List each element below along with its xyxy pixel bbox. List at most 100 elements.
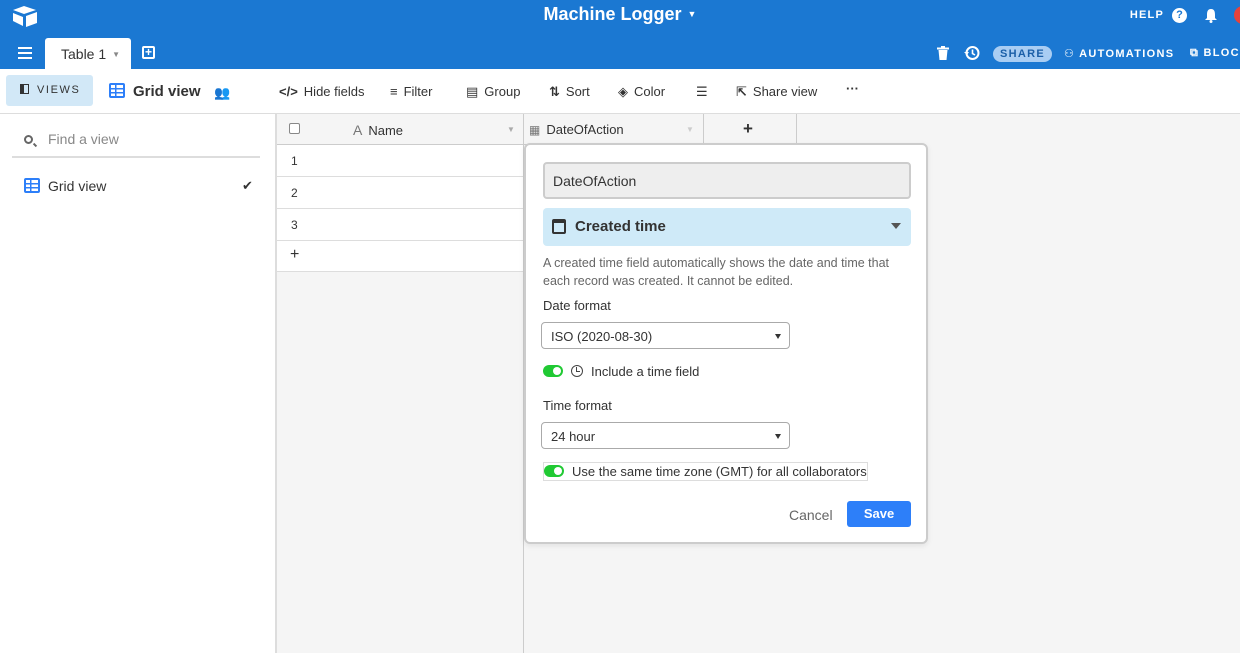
same-timezone-label: Use the same time zone (GMT) for all col… [572, 464, 867, 479]
automations-button[interactable]: ⚇ AUTOMATIONS [1064, 47, 1174, 60]
column-header-name[interactable]: A Name [353, 122, 403, 138]
sort-label: Sort [565, 84, 590, 99]
column-divider [703, 114, 704, 145]
field-type-select[interactable]: Created time [543, 208, 911, 246]
table-row[interactable]: 1 [277, 145, 524, 177]
more-options-icon[interactable]: ··· [846, 81, 859, 96]
view-toolbar: VIEWS Grid view 👥 </> Hide fields ≡ Filter… [0, 69, 1240, 114]
add-row-button[interactable]: + [277, 241, 524, 272]
field-type-description: A created time field automatically shows… [543, 256, 890, 288]
hamburger-menu-icon[interactable] [18, 47, 32, 59]
chevron-down-icon[interactable]: ▼ [112, 50, 120, 59]
column-menu-chevron-icon[interactable]: ▼ [686, 125, 694, 134]
hide-fields-button[interactable]: </> Hide fields [279, 84, 365, 99]
row-number: 2 [291, 186, 298, 200]
calendar-icon [552, 219, 566, 234]
color-button[interactable]: ◈ Color [618, 84, 665, 100]
cancel-button[interactable]: Cancel [789, 507, 833, 523]
sidebar-item-grid-view[interactable]: Grid view [24, 178, 106, 194]
views-sidebar: Grid view ✔ [0, 114, 277, 653]
group-button[interactable]: ▤ Group [466, 84, 520, 100]
share-view-button[interactable]: ⇱ Share view [736, 84, 817, 100]
column-dateofaction-label: DateOfAction [546, 122, 624, 137]
same-timezone-toggle[interactable] [544, 465, 564, 477]
search-icon [24, 135, 33, 144]
date-format-select[interactable]: ISO (2020-08-30) [541, 322, 790, 349]
blocks-button[interactable]: ⧉ BLOC [1190, 47, 1240, 60]
table-row[interactable]: 2 [277, 177, 524, 209]
automations-label: AUTOMATIONS [1079, 48, 1175, 60]
tab-table-1[interactable]: Table 1 ▼ [45, 38, 131, 69]
select-all-checkbox[interactable] [289, 123, 300, 134]
top-bar: Machine Logger ▼ HELP ? Table 1 ▼ + SHARE … [0, 0, 1240, 69]
collaborative-view-icon[interactable]: 👥 [214, 85, 230, 101]
sort-button[interactable]: ⇅ Sort [549, 84, 590, 100]
history-icon[interactable] [964, 45, 980, 61]
sidebar-item-label: Grid view [48, 178, 107, 194]
column-header-dateofaction[interactable]: ▦ DateOfAction [529, 122, 624, 137]
current-view-title[interactable]: Grid view [109, 83, 201, 100]
filter-icon: ≡ [390, 84, 398, 99]
trash-icon[interactable] [937, 46, 949, 60]
filter-label: Filter [403, 84, 433, 99]
checkmark-icon: ✔ [242, 178, 253, 193]
include-time-toggle[interactable] [543, 365, 563, 377]
column-menu-chevron-icon[interactable]: ▼ [507, 125, 515, 134]
row-number: 1 [291, 154, 298, 168]
share-button[interactable]: SHARE [993, 46, 1052, 62]
base-title[interactable]: Machine Logger ▼ [0, 4, 1240, 25]
time-format-label: Time format [543, 398, 612, 413]
color-label: Color [634, 84, 666, 99]
find-view-input[interactable] [48, 131, 248, 147]
row-number: 3 [291, 218, 298, 232]
created-time-icon: ▦ [529, 123, 541, 137]
blocks-icon: ⧉ [1190, 47, 1200, 59]
dropdown-caret-icon [891, 223, 901, 229]
help-question-icon[interactable]: ? [1172, 8, 1187, 23]
time-format-select[interactable]: 24 hour [541, 422, 790, 449]
same-timezone-row[interactable]: Use the same time zone (GMT) for all col… [543, 462, 868, 481]
grid-view-icon [24, 178, 40, 193]
current-view-label: Grid view [133, 83, 201, 100]
find-view-search [12, 128, 260, 158]
field-type-label: Created time [575, 218, 666, 235]
sidebar-icon [20, 84, 29, 94]
filter-button[interactable]: ≡ Filter [390, 84, 432, 99]
dropdown-caret-icon [775, 434, 781, 439]
date-format-value: ISO (2020-08-30) [551, 329, 653, 344]
hide-fields-icon: </> [279, 84, 298, 99]
row-height-button[interactable]: ☰ [696, 84, 714, 100]
share-view-label: Share view [752, 84, 818, 99]
include-time-row[interactable]: Include a time field [543, 364, 699, 379]
column-divider [796, 114, 797, 145]
text-field-icon: A [353, 122, 363, 138]
sort-icon: ⇅ [549, 84, 560, 99]
date-format-label: Date format [543, 298, 611, 313]
tab-label: Table 1 [61, 46, 107, 62]
group-icon: ▤ [466, 84, 479, 99]
column-name-label: Name [368, 123, 404, 138]
dropdown-caret-icon [775, 334, 781, 339]
share-view-icon: ⇱ [736, 84, 747, 99]
notification-bell-icon[interactable] [1204, 8, 1218, 23]
field-name-input[interactable] [543, 162, 911, 199]
help-link[interactable]: HELP [1130, 9, 1164, 21]
views-toggle-button[interactable]: VIEWS [6, 75, 93, 106]
hide-fields-label: Hide fields [303, 84, 365, 99]
save-button[interactable]: Save [847, 501, 911, 527]
grid-view-icon [109, 83, 125, 98]
add-field-button[interactable]: + [743, 119, 753, 139]
field-editor-popover: Created time A created time field automa… [524, 143, 928, 544]
row-height-icon: ☰ [696, 84, 708, 99]
grid-rows: 1 2 3 + [277, 145, 524, 272]
grid-header-row: A Name ▼ ▦ DateOfAction ▼ + [277, 114, 797, 145]
base-title-text: Machine Logger [543, 4, 682, 24]
group-label: Group [484, 84, 521, 99]
views-label: VIEWS [37, 84, 81, 96]
clock-icon [571, 365, 583, 377]
time-format-value: 24 hour [551, 429, 596, 444]
add-table-icon[interactable]: + [142, 46, 155, 59]
table-row[interactable]: 3 [277, 209, 524, 241]
blocks-label: BLOC [1203, 47, 1240, 59]
paint-bucket-icon: ◈ [618, 84, 628, 99]
